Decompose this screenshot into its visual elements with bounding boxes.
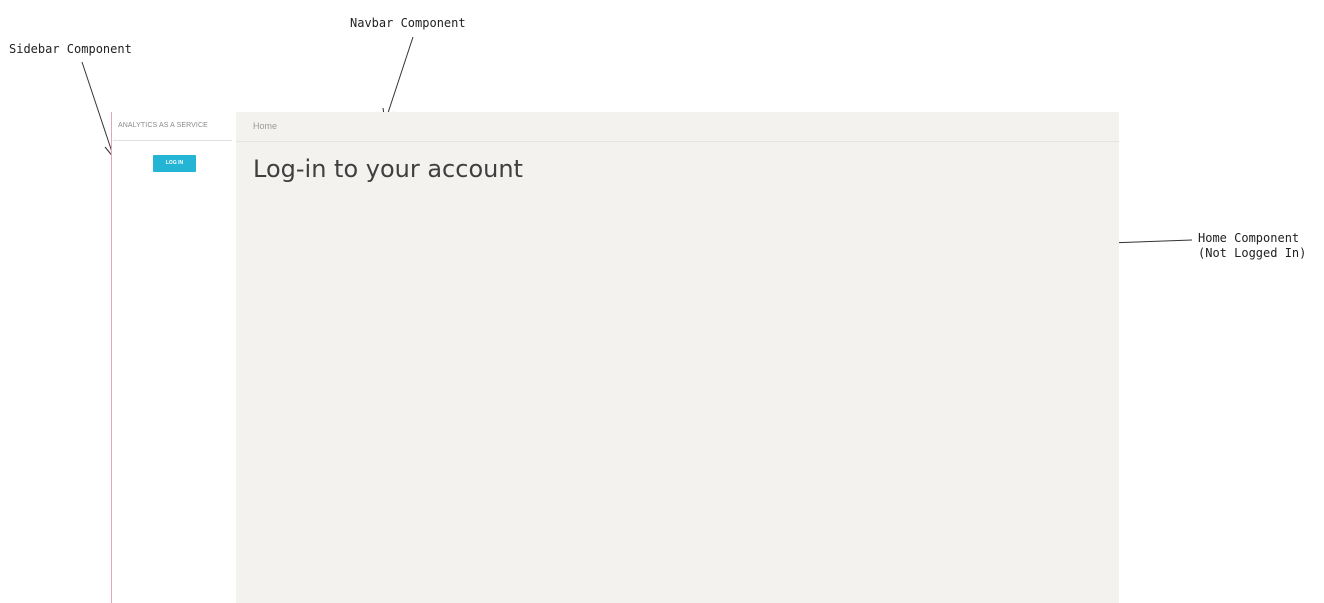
navbar-arrow-icon	[382, 36, 414, 124]
page-title: Log-in to your account	[253, 155, 523, 183]
brand-divider	[113, 140, 232, 141]
navbar: Home	[236, 112, 1119, 142]
sidebar: ANALYTICS AS A SERVICE LOG IN	[111, 112, 232, 603]
login-button[interactable]: LOG IN	[153, 155, 196, 172]
breadcrumb-home[interactable]: Home	[253, 121, 277, 131]
main-content: Home Log-in to your account	[236, 112, 1119, 603]
brand-title: ANALYTICS AS A SERVICE	[118, 122, 208, 129]
